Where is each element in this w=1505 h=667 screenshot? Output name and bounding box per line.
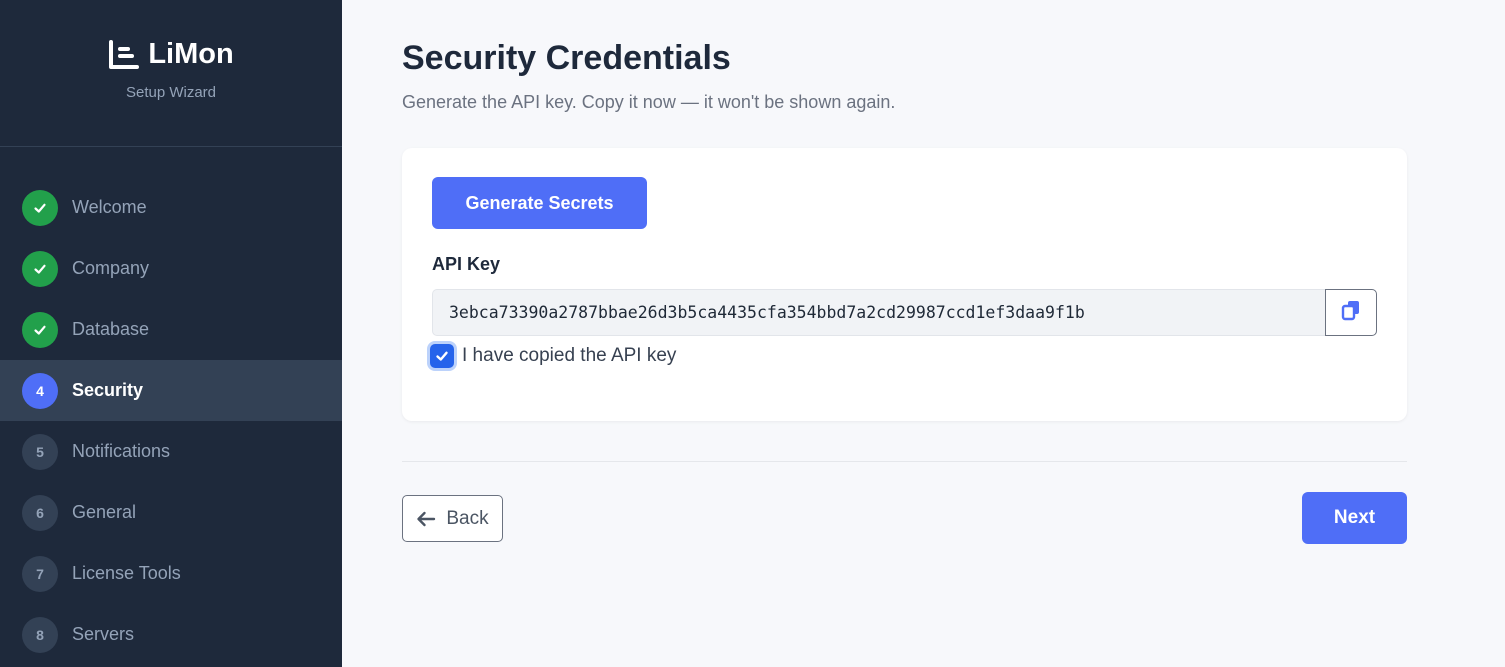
footer-divider bbox=[402, 461, 1407, 462]
generate-secrets-button[interactable]: Generate Secrets bbox=[432, 177, 647, 229]
app-name: LiMon bbox=[148, 38, 234, 70]
copy-icon bbox=[1340, 299, 1362, 326]
credentials-card: Generate Secrets API Key I have copied t… bbox=[402, 148, 1407, 421]
confirm-copied-row: I have copied the API key bbox=[430, 344, 676, 368]
step-general[interactable]: 6 General bbox=[0, 482, 342, 543]
back-label: Back bbox=[446, 507, 489, 529]
checkmark-icon bbox=[22, 189, 58, 226]
step-security[interactable]: 4 Security bbox=[0, 360, 342, 421]
brand-row: LiMon bbox=[0, 38, 342, 71]
step-label: License Tools bbox=[72, 563, 181, 583]
back-button[interactable]: Back bbox=[402, 495, 503, 542]
page-title: Security Credentials bbox=[402, 39, 731, 77]
wizard-steps: Welcome Company Database 4 Security 5 No… bbox=[0, 177, 342, 665]
step-license-tools[interactable]: 7 License Tools bbox=[0, 543, 342, 604]
step-label: Database bbox=[72, 319, 150, 339]
api-key-field[interactable] bbox=[432, 289, 1325, 336]
next-button[interactable]: Next bbox=[1302, 492, 1407, 544]
arrow-left-icon bbox=[417, 511, 436, 526]
step-label: Company bbox=[72, 258, 150, 278]
confirm-copied-checkbox[interactable] bbox=[430, 344, 454, 368]
step-number: 8 bbox=[22, 616, 58, 653]
api-key-label: API Key bbox=[432, 254, 501, 274]
checkmark-icon bbox=[436, 351, 448, 361]
step-company[interactable]: Company bbox=[0, 238, 342, 299]
step-servers[interactable]: 8 Servers bbox=[0, 604, 342, 665]
step-label: General bbox=[72, 502, 137, 522]
step-label: Servers bbox=[72, 624, 135, 644]
step-label: Security bbox=[72, 380, 144, 400]
app-subtitle: Setup Wizard bbox=[125, 84, 217, 101]
step-number: 4 bbox=[22, 372, 58, 409]
step-label: Welcome bbox=[72, 197, 147, 217]
step-number: 6 bbox=[22, 494, 58, 531]
brand-header: LiMon Setup Wizard bbox=[0, 0, 342, 147]
step-database[interactable]: Database bbox=[0, 299, 342, 360]
page-subtitle: Generate the API key. Copy it now — it w… bbox=[402, 92, 896, 112]
sidebar: LiMon Setup Wizard Welcome Company Datab… bbox=[0, 0, 342, 667]
confirm-copied-label[interactable]: I have copied the API key bbox=[462, 345, 676, 367]
checkmark-icon bbox=[22, 250, 58, 287]
chart-list-icon bbox=[108, 39, 140, 70]
checkmark-icon bbox=[22, 311, 58, 348]
step-number: 5 bbox=[22, 433, 58, 470]
api-key-group bbox=[432, 289, 1377, 336]
step-welcome[interactable]: Welcome bbox=[0, 177, 342, 238]
step-number: 7 bbox=[22, 555, 58, 592]
step-notifications[interactable]: 5 Notifications bbox=[0, 421, 342, 482]
step-label: Notifications bbox=[72, 441, 171, 461]
copy-button[interactable] bbox=[1325, 289, 1377, 336]
